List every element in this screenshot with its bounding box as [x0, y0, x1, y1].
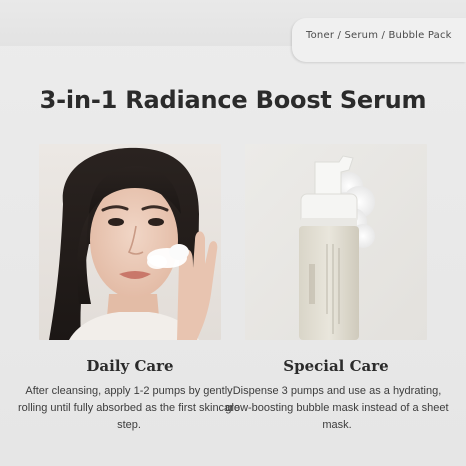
special-care-description: Dispense 3 pumps and use as a hydrating,…: [225, 385, 449, 431]
daily-care-description: After cleansing, apply 1-2 pumps by gent…: [18, 385, 240, 431]
page-title: 3-in-1 Radiance Boost Serum: [39, 86, 427, 114]
product-tag: Toner / Serum / Bubble Pack: [292, 18, 466, 62]
daily-care-image: [39, 144, 221, 340]
daily-care-heading: Daily Care: [86, 357, 174, 375]
special-care-image: [245, 144, 427, 340]
special-care-heading: Special Care: [283, 357, 389, 375]
product-tag-text: Toner / Serum / Bubble Pack: [306, 30, 452, 41]
